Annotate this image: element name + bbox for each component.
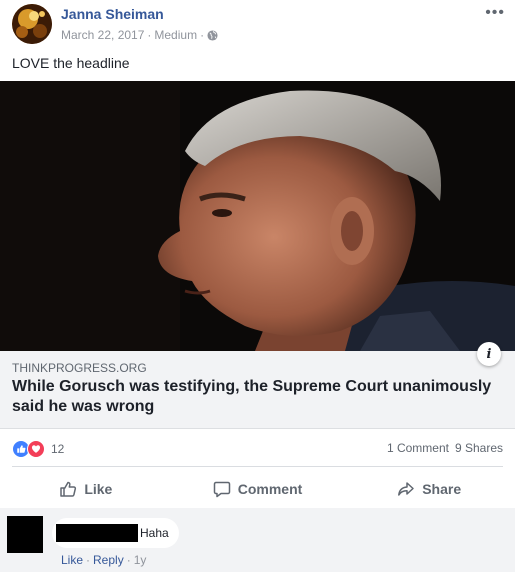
action-bar: Like Comment Share — [0, 470, 515, 508]
comments-section: Haha Like · Reply · 1y — [0, 508, 515, 572]
comment-separator: · — [86, 553, 91, 567]
link-headline[interactable]: While Gorusch was testifying, the Suprem… — [12, 377, 507, 417]
meta-separator: · — [200, 28, 205, 42]
comment-like-link[interactable]: Like — [61, 553, 83, 567]
post-meta: March 22, 2017 · Medium · — [61, 28, 218, 42]
divider — [12, 466, 503, 467]
share-count-link[interactable]: 9 Shares — [455, 441, 503, 455]
link-domain: THINKPROGRESS.ORG — [12, 361, 147, 375]
post-stats: 12 1 Comment 9 Shares — [0, 438, 515, 460]
globe-icon — [207, 29, 218, 41]
love-reaction-icon — [27, 440, 45, 458]
post-header: Janna Sheiman March 22, 2017 · Medium · … — [0, 0, 515, 50]
info-icon[interactable]: i — [477, 342, 501, 366]
thumbs-up-icon — [59, 480, 77, 498]
comment-count-link[interactable]: 1 Comment — [387, 441, 449, 455]
post-text: LOVE the headline — [12, 55, 130, 71]
link-preview-image[interactable] — [0, 81, 515, 351]
share-button[interactable]: Share — [343, 470, 515, 508]
commenter-name-redacted[interactable] — [56, 524, 138, 542]
author-name[interactable]: Janna Sheiman — [61, 6, 164, 22]
post-date[interactable]: March 22, 2017 — [61, 28, 144, 42]
comment-bubble: Haha — [52, 518, 179, 548]
reaction-count: 12 — [51, 442, 65, 456]
share-arrow-icon — [397, 480, 415, 498]
post-source-app[interactable]: Medium — [154, 28, 197, 42]
meta-separator: · — [147, 28, 152, 42]
comment-separator: · — [126, 553, 131, 567]
comment-actions: Like · Reply · 1y — [61, 553, 146, 567]
comment-age[interactable]: 1y — [134, 553, 147, 567]
share-label: Share — [422, 481, 462, 497]
comment-label: Comment — [237, 481, 303, 497]
comment-button[interactable]: Comment — [172, 470, 344, 508]
comment-text: Haha — [140, 526, 169, 540]
commenter-avatar-redacted[interactable] — [7, 516, 43, 553]
comment-reply-link[interactable]: Reply — [93, 553, 124, 567]
reactions-summary[interactable]: 12 — [12, 440, 64, 458]
stats-right: 1 Comment 9 Shares — [387, 441, 503, 455]
like-button[interactable]: Like — [0, 470, 172, 508]
more-options-button[interactable]: ••• — [485, 4, 505, 22]
link-preview-card[interactable]: i THINKPROGRESS.ORG While Gorusch was te… — [0, 342, 515, 429]
like-label: Like — [84, 481, 113, 497]
speech-bubble-icon — [213, 480, 231, 498]
author-avatar[interactable] — [12, 4, 52, 44]
